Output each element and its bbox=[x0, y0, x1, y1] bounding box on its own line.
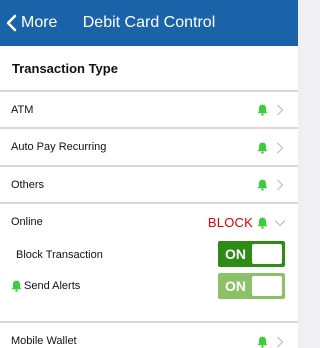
row-label: Auto Pay Recurring bbox=[11, 141, 107, 153]
section-title: Transaction Type bbox=[12, 61, 118, 76]
bell-icon bbox=[11, 280, 22, 292]
chevron-down-icon bbox=[274, 220, 286, 227]
chevron-right-icon bbox=[277, 104, 284, 116]
chevron-right-icon bbox=[277, 179, 284, 191]
bell-icon[interactable] bbox=[257, 104, 268, 116]
row-label: Online bbox=[11, 216, 43, 228]
bell-icon[interactable] bbox=[257, 179, 268, 191]
row-online[interactable]: Online BLOCK Block Transaction ON Send A… bbox=[0, 203, 298, 322]
block-transaction-label: Block Transaction bbox=[16, 249, 103, 261]
bell-icon[interactable] bbox=[257, 336, 268, 348]
send-alerts-label: Send Alerts bbox=[24, 280, 81, 292]
section-header: Transaction Type bbox=[0, 46, 298, 91]
row-mobile-wallet[interactable]: Mobile Wallet bbox=[0, 322, 298, 348]
row-others[interactable]: Others bbox=[0, 166, 298, 203]
nav-bar: More Debit Card Control bbox=[0, 0, 298, 46]
block-status: BLOCK bbox=[207, 215, 253, 230]
chevron-right-icon bbox=[277, 142, 284, 154]
row-label: ATM bbox=[11, 104, 34, 116]
send-alerts-toggle[interactable]: ON bbox=[218, 273, 285, 299]
toggle-state: ON bbox=[225, 246, 246, 262]
row-label: Others bbox=[11, 179, 45, 191]
toggle-knob bbox=[252, 244, 282, 264]
chevron-right-icon bbox=[277, 336, 284, 348]
row-auto-pay-recurring[interactable]: Auto Pay Recurring bbox=[0, 128, 298, 166]
bell-icon[interactable] bbox=[257, 217, 268, 229]
block-transaction-toggle[interactable]: ON bbox=[218, 241, 285, 267]
row-atm[interactable]: ATM bbox=[0, 91, 298, 128]
toggle-knob bbox=[252, 276, 282, 296]
row-label: Mobile Wallet bbox=[11, 335, 77, 347]
bell-icon[interactable] bbox=[257, 142, 268, 154]
toggle-state: ON bbox=[225, 278, 246, 294]
page-title: Debit Card Control bbox=[82, 14, 216, 31]
debit-card-control-screen: More Debit Card Control Transaction Type… bbox=[0, 0, 298, 348]
